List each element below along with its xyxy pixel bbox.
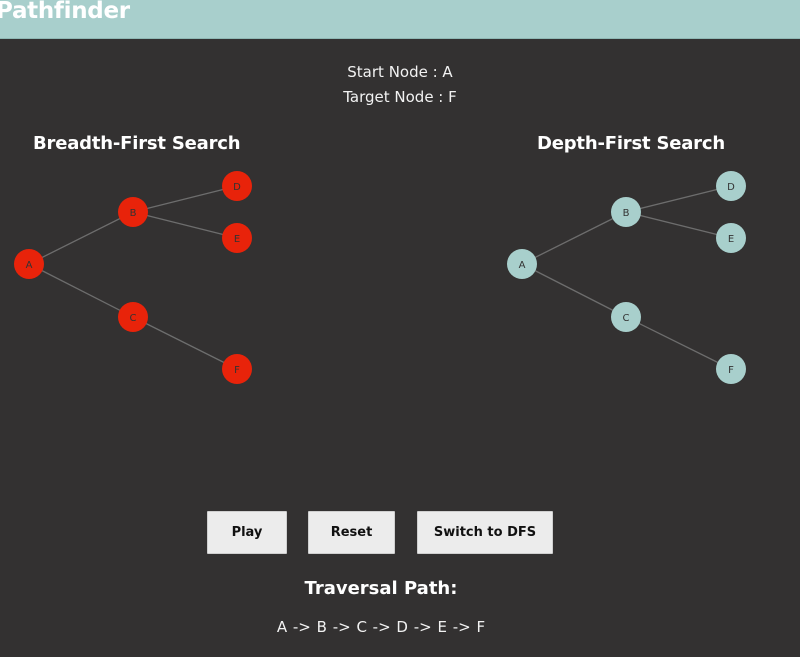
play-button[interactable]: Play	[207, 511, 287, 554]
dfs-node-d[interactable]: D	[716, 171, 746, 201]
dfs-graph: A B C D E F	[507, 171, 746, 384]
switch-algorithm-button[interactable]: Switch to DFS	[417, 511, 553, 554]
traversal-title: Traversal Path:	[304, 578, 458, 599]
dfs-edge-c-f	[625, 316, 732, 370]
reset-button[interactable]: Reset	[308, 511, 395, 554]
dfs-node-label: B	[623, 208, 630, 219]
dfs-edge-a-b	[521, 211, 627, 265]
dfs-edge-b-d	[625, 185, 732, 213]
dfs-node-e[interactable]: E	[716, 223, 746, 253]
dfs-node-label: C	[623, 313, 630, 324]
dfs-node-label: A	[519, 260, 526, 271]
dfs-edge-b-e	[625, 211, 732, 239]
dfs-node-f[interactable]: F	[716, 354, 746, 384]
dfs-edge-a-c	[521, 263, 627, 318]
dfs-node-label: D	[727, 182, 735, 193]
dfs-node-a[interactable]: A	[507, 249, 537, 279]
dfs-node-label: F	[728, 365, 734, 376]
dfs-node-c[interactable]: C	[611, 302, 641, 332]
dfs-node-b[interactable]: B	[611, 197, 641, 227]
dfs-node-label: E	[728, 234, 734, 245]
traversal-path: A -> B -> C -> D -> E -> F	[276, 618, 486, 636]
